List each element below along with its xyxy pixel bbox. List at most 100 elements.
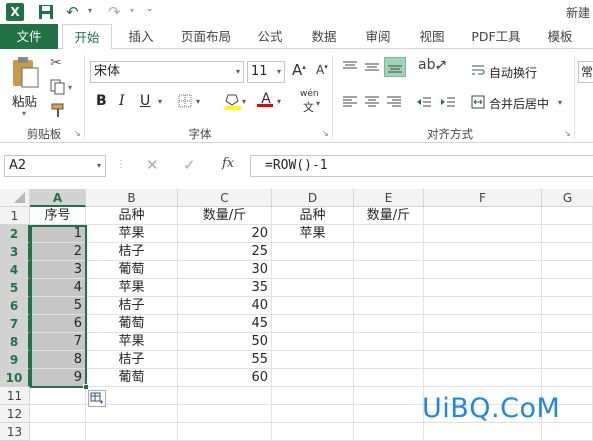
undo-icon[interactable]: ↶ [66, 3, 86, 21]
italic-icon[interactable]: I [119, 93, 125, 109]
wrap-text-icon[interactable] [471, 63, 485, 77]
cell[interactable] [424, 279, 542, 297]
copy-icon[interactable] [50, 79, 68, 97]
cell[interactable] [424, 297, 542, 315]
cell[interactable] [272, 261, 354, 279]
row-header[interactable]: 8 [0, 333, 30, 351]
cell[interactable] [354, 315, 424, 333]
cell[interactable] [424, 333, 542, 351]
fill-color-icon[interactable] [224, 92, 242, 110]
cell[interactable] [354, 369, 424, 387]
font-color-dropdown-icon[interactable]: ▾ [277, 97, 281, 106]
cell[interactable] [178, 387, 272, 405]
tab-home[interactable]: 开始 [62, 24, 112, 50]
cell[interactable] [30, 405, 86, 423]
increase-indent-icon[interactable] [440, 95, 456, 109]
paste-label[interactable]: 粘贴 [12, 91, 37, 110]
cell[interactable] [354, 261, 424, 279]
cell[interactable]: 35 [178, 279, 272, 297]
cell[interactable]: 桔子 [86, 297, 178, 315]
row-header[interactable]: 7 [0, 315, 30, 333]
column-header[interactable]: E [354, 189, 424, 207]
column-header[interactable]: B [86, 189, 178, 207]
row-header[interactable]: 9 [0, 351, 30, 369]
underline-icon[interactable]: U [140, 93, 150, 109]
column-header[interactable]: D [272, 189, 354, 207]
cell[interactable] [272, 297, 354, 315]
cell[interactable]: 数量/斤 [178, 207, 272, 225]
row-header[interactable]: 6 [0, 297, 30, 315]
tab-view[interactable]: 视图 [410, 24, 454, 49]
insert-function-icon[interactable]: fx [222, 156, 234, 171]
cell[interactable]: 45 [178, 315, 272, 333]
cell[interactable] [542, 333, 593, 351]
cell[interactable] [354, 405, 424, 423]
row-header[interactable]: 2 [0, 225, 30, 243]
cell[interactable]: 品种 [272, 207, 354, 225]
cell[interactable] [178, 405, 272, 423]
cell[interactable] [272, 369, 354, 387]
cell[interactable] [354, 423, 424, 441]
wrap-text-label[interactable]: 自动换行 [489, 64, 537, 81]
cell[interactable] [354, 243, 424, 261]
fill-color-dropdown-icon[interactable]: ▾ [242, 97, 246, 106]
tab-file[interactable]: 文件 [0, 24, 58, 49]
alignment-launcher-icon[interactable]: ↘ [564, 129, 571, 138]
cell[interactable]: 60 [178, 369, 272, 387]
tab-data[interactable]: 数据 [302, 24, 346, 49]
increase-font-icon[interactable]: A▴ [292, 61, 306, 79]
font-name-box[interactable]: 宋体 ▾ [90, 61, 244, 83]
cell[interactable] [542, 243, 593, 261]
cell[interactable] [272, 387, 354, 405]
name-box-dropdown-icon[interactable]: ▾ [97, 156, 101, 176]
tab-formulas[interactable]: 公式 [248, 24, 292, 49]
cell[interactable] [354, 297, 424, 315]
align-top-icon[interactable] [342, 59, 358, 75]
customize-qat-icon[interactable]: ⌄ [146, 4, 156, 18]
merge-center-label[interactable]: 合并后居中 [489, 95, 549, 112]
tab-pdf-tools[interactable]: PDF工具 [464, 24, 528, 49]
cell[interactable]: 50 [178, 333, 272, 351]
number-format-box[interactable]: 常 [578, 61, 593, 83]
paste-dropdown-icon[interactable]: ▾ [22, 109, 26, 118]
cell[interactable] [354, 387, 424, 405]
cell[interactable] [354, 333, 424, 351]
cell[interactable] [424, 369, 542, 387]
cell[interactable] [542, 297, 593, 315]
align-right-icon[interactable] [386, 95, 402, 109]
row-header[interactable]: 1 [0, 207, 30, 225]
cell[interactable]: 葡萄 [86, 369, 178, 387]
column-header[interactable]: C [178, 189, 272, 207]
cell[interactable]: 数量/斤 [354, 207, 424, 225]
row-header[interactable]: 11 [0, 387, 30, 405]
cell[interactable] [424, 225, 542, 243]
cell[interactable] [272, 243, 354, 261]
align-left-icon[interactable] [342, 95, 358, 109]
cell[interactable] [542, 369, 593, 387]
cell[interactable] [30, 387, 86, 405]
paste-icon[interactable] [8, 55, 42, 89]
cell[interactable]: 序号 [30, 207, 86, 225]
cell[interactable]: 葡萄 [86, 315, 178, 333]
cell[interactable]: 苹果 [86, 279, 178, 297]
cell[interactable] [272, 315, 354, 333]
cell[interactable] [542, 423, 593, 441]
select-all-corner[interactable] [0, 189, 30, 207]
borders-icon[interactable] [178, 94, 192, 108]
enter-formula-icon[interactable]: ✓ [183, 156, 196, 174]
align-middle-icon[interactable] [364, 59, 380, 75]
clipboard-launcher-icon[interactable]: ↘ [74, 129, 81, 138]
copy-dropdown-icon[interactable]: ▾ [68, 83, 72, 92]
cell[interactable] [542, 279, 593, 297]
format-painter-icon[interactable] [50, 103, 68, 121]
excel-icon[interactable]: X [6, 3, 24, 21]
cell[interactable]: 苹果 [86, 333, 178, 351]
column-header[interactable]: A [30, 189, 86, 207]
cell[interactable]: 桔子 [86, 351, 178, 369]
redo-icon[interactable]: ↷ [108, 3, 128, 21]
cell[interactable] [542, 207, 593, 225]
cell[interactable] [424, 207, 542, 225]
row-header[interactable]: 4 [0, 261, 30, 279]
underline-dropdown-icon[interactable]: ▾ [158, 97, 162, 106]
cell[interactable] [272, 351, 354, 369]
